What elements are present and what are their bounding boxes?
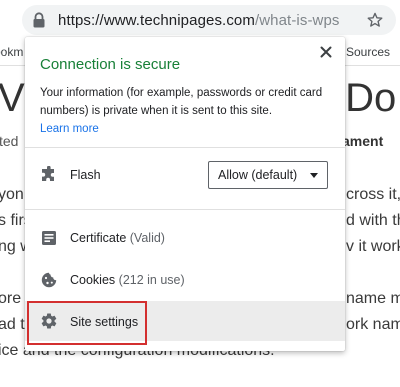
divider	[25, 209, 345, 210]
page-meta-left: ted	[0, 133, 19, 149]
page-text-line: yon	[0, 186, 24, 203]
page-text-line: name m	[346, 290, 400, 307]
puzzle-icon	[42, 166, 54, 181]
divider	[25, 147, 345, 148]
cookie-icon	[41, 272, 57, 288]
page-text-line: ad t	[0, 316, 25, 333]
page-text-line: v it work	[346, 238, 400, 255]
certificate-label: Certificate	[70, 231, 127, 245]
bookmark-item-sources[interactable]: Sources	[346, 45, 390, 59]
flash-label: Flash	[70, 168, 101, 182]
browser-toolbar: https://www.technipages.com/what-is-wps	[0, 0, 400, 40]
page-text-line: d with th	[346, 212, 400, 229]
chevron-down-icon	[310, 173, 318, 178]
url-text[interactable]: https://www.technipages.com/what-is-wps	[58, 12, 340, 29]
cookies-label: Cookies	[70, 273, 116, 287]
page-text-line: ork name	[346, 316, 400, 333]
url-path: /what-is-wps	[254, 12, 340, 29]
flash-permission-value: Allow (default)	[218, 168, 298, 182]
star-icon[interactable]	[366, 11, 384, 29]
url-host: https://www.technipages.com	[58, 12, 255, 29]
lock-icon[interactable]	[32, 12, 46, 28]
connection-status-title: Connection is secure	[40, 56, 181, 73]
bookmark-item[interactable]: ookm	[0, 45, 23, 59]
page-text-line: cross it,	[346, 186, 400, 203]
annotation-highlight	[27, 301, 147, 345]
cookies-status: (212 in use)	[118, 273, 185, 287]
close-icon[interactable]	[317, 43, 335, 61]
page-meta-right: ament	[342, 133, 384, 149]
address-bar[interactable]: https://www.technipages.com/what-is-wps	[22, 5, 396, 35]
certificate-status: (Valid)	[129, 231, 165, 245]
flash-permission-select[interactable]: Allow (default)	[208, 161, 328, 189]
certificate-icon	[42, 231, 56, 245]
connection-description: Your information (for example, passwords…	[40, 87, 323, 117]
certificate-item[interactable]: Certificate (Valid)	[70, 231, 165, 245]
learn-more-link[interactable]: Learn more	[40, 123, 99, 135]
page-text-line: ore	[0, 290, 22, 307]
cookies-item[interactable]: Cookies (212 in use)	[70, 273, 185, 287]
